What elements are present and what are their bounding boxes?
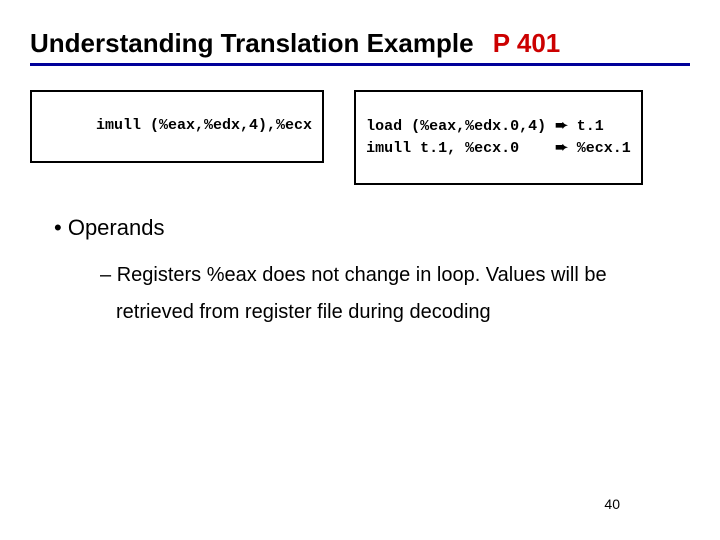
bullet-marker: – [100, 264, 111, 286]
title-underline [30, 63, 690, 66]
title-page-ref: P 401 [481, 28, 560, 58]
right-line1-right: t.1 [568, 118, 604, 135]
title-main: Understanding Translation Example [30, 28, 474, 58]
bullet-level-1: • Operands [54, 215, 690, 241]
right-code-box: load (%eax,%edx.0,4) ➨ t.1 imull t.1, %e… [354, 90, 643, 185]
arrow-icon: ➨ [555, 117, 568, 134]
bullet-level-2: – Registers %eax does not change in loop… [100, 257, 650, 331]
bullet-text: Registers %eax does not change in loop. … [116, 264, 607, 323]
bullet-marker: • [54, 215, 62, 240]
slide: Understanding Translation Example P 401 … [0, 0, 720, 540]
right-line2-left: imull t.1, %ecx.0 [366, 140, 546, 157]
left-code-text: imull (%eax,%edx,4),%ecx [96, 117, 312, 134]
page-number: 40 [604, 496, 620, 512]
right-line2-right: %ecx.1 [568, 140, 631, 157]
left-code-box: imull (%eax,%edx,4),%ecx [30, 90, 324, 163]
right-line1-left: load (%eax,%edx.0,4) [366, 118, 546, 135]
code-row: imull (%eax,%edx,4),%ecx load (%eax,%edx… [30, 90, 690, 185]
bullet-text: Operands [68, 215, 165, 240]
arrow-icon: ➨ [555, 139, 568, 156]
slide-title: Understanding Translation Example P 401 [30, 28, 690, 59]
